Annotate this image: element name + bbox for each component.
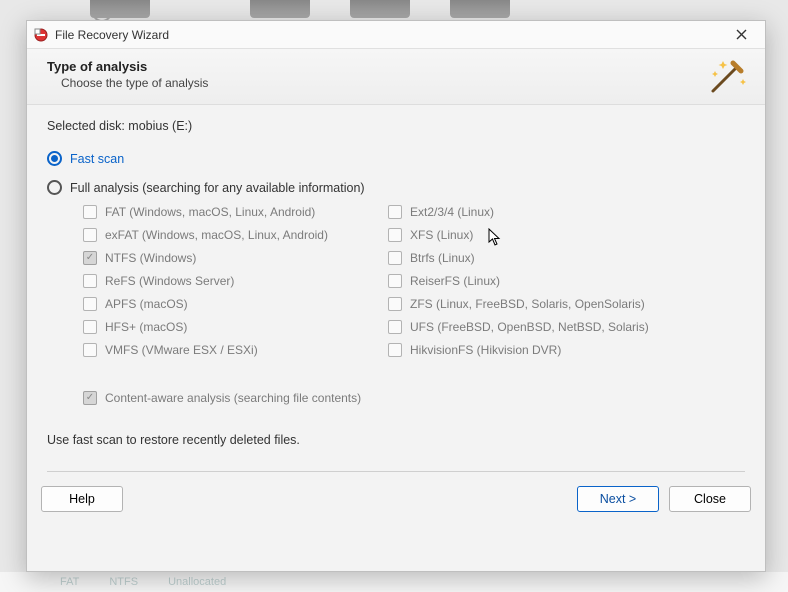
radio-icon	[47, 151, 62, 166]
checkbox-fs-right-4[interactable]: ZFS (Linux, FreeBSD, Solaris, OpenSolari…	[388, 297, 649, 311]
checkbox-label: HikvisionFS (Hikvision DVR)	[410, 343, 561, 357]
checkbox-label: NTFS (Windows)	[105, 251, 196, 265]
checkbox-label: UFS (FreeBSD, OpenBSD, NetBSD, Solaris)	[410, 320, 649, 334]
checkbox-icon	[388, 297, 402, 311]
checkbox-label: XFS (Linux)	[410, 228, 473, 242]
wizard-dialog: File Recovery Wizard Type of analysis Ch…	[26, 20, 766, 572]
checkbox-fs-left-0[interactable]: FAT (Windows, macOS, Linux, Android)	[83, 205, 328, 219]
checkbox-icon	[83, 228, 97, 242]
checkbox-icon	[83, 297, 97, 311]
footer: Help Next > Close	[27, 486, 765, 524]
checkbox-label: HFS+ (macOS)	[105, 320, 187, 334]
checkbox-fs-left-3[interactable]: ReFS (Windows Server)	[83, 274, 328, 288]
titlebar: File Recovery Wizard	[27, 21, 765, 49]
checkbox-fs-left-6[interactable]: VMFS (VMware ESX / ESXi)	[83, 343, 328, 357]
hint-text: Use fast scan to restore recently delete…	[47, 433, 745, 447]
wizard-wand-icon	[703, 55, 749, 101]
checkbox-icon	[388, 251, 402, 265]
wizard-header: Type of analysis Choose the type of anal…	[27, 49, 765, 105]
help-button[interactable]: Help	[41, 486, 123, 512]
checkbox-icon	[83, 274, 97, 288]
separator	[47, 471, 745, 472]
checkbox-label: ZFS (Linux, FreeBSD, Solaris, OpenSolari…	[410, 297, 645, 311]
radio-icon	[47, 180, 62, 195]
checkbox-fs-right-0[interactable]: Ext2/3/4 (Linux)	[388, 205, 649, 219]
checkbox-label: ReFS (Windows Server)	[105, 274, 234, 288]
checkbox-fs-right-6[interactable]: HikvisionFS (Hikvision DVR)	[388, 343, 649, 357]
checkbox-fs-left-4[interactable]: APFS (macOS)	[83, 297, 328, 311]
radio-full-analysis[interactable]: Full analysis (searching for any availab…	[47, 180, 745, 195]
checkbox-fs-right-5[interactable]: UFS (FreeBSD, OpenBSD, NetBSD, Solaris)	[388, 320, 649, 334]
checkbox-content-aware-label: Content-aware analysis (searching file c…	[105, 391, 361, 405]
checkbox-label: Ext2/3/4 (Linux)	[410, 205, 494, 219]
checkbox-fs-right-1[interactable]: XFS (Linux)	[388, 228, 649, 242]
selected-disk-label: Selected disk: mobius (E:)	[47, 119, 745, 133]
close-button[interactable]	[723, 22, 759, 48]
checkbox-label: VMFS (VMware ESX / ESXi)	[105, 343, 258, 357]
radio-full-analysis-label: Full analysis (searching for any availab…	[70, 181, 365, 195]
next-button[interactable]: Next >	[577, 486, 659, 512]
checkbox-label: ReiserFS (Linux)	[410, 274, 500, 288]
radio-fast-scan-label: Fast scan	[70, 152, 124, 166]
checkbox-label: Btrfs (Linux)	[410, 251, 475, 265]
checkbox-icon	[83, 205, 97, 219]
close-footer-button[interactable]: Close	[669, 486, 751, 512]
checkbox-content-aware[interactable]: Content-aware analysis (searching file c…	[83, 391, 745, 405]
checkbox-fs-right-2[interactable]: Btrfs (Linux)	[388, 251, 649, 265]
checkbox-icon	[83, 391, 97, 405]
checkbox-label: FAT (Windows, macOS, Linux, Android)	[105, 205, 315, 219]
app-icon	[33, 27, 49, 43]
checkbox-label: APFS (macOS)	[105, 297, 188, 311]
checkbox-fs-left-1[interactable]: exFAT (Windows, macOS, Linux, Android)	[83, 228, 328, 242]
page-subtitle: Choose the type of analysis	[61, 76, 745, 90]
window-title: File Recovery Wizard	[55, 28, 723, 42]
radio-fast-scan[interactable]: Fast scan	[47, 151, 745, 166]
checkbox-fs-left-5[interactable]: HFS+ (macOS)	[83, 320, 328, 334]
checkbox-icon	[388, 343, 402, 357]
checkbox-icon	[388, 205, 402, 219]
checkbox-icon	[83, 251, 97, 265]
checkbox-fs-left-2[interactable]: NTFS (Windows)	[83, 251, 328, 265]
checkbox-icon	[83, 320, 97, 334]
page-title: Type of analysis	[47, 59, 745, 74]
checkbox-label: exFAT (Windows, macOS, Linux, Android)	[105, 228, 328, 242]
checkbox-icon	[388, 320, 402, 334]
checkbox-fs-right-3[interactable]: ReiserFS (Linux)	[388, 274, 649, 288]
checkbox-icon	[388, 228, 402, 242]
checkbox-icon	[388, 274, 402, 288]
checkbox-icon	[83, 343, 97, 357]
